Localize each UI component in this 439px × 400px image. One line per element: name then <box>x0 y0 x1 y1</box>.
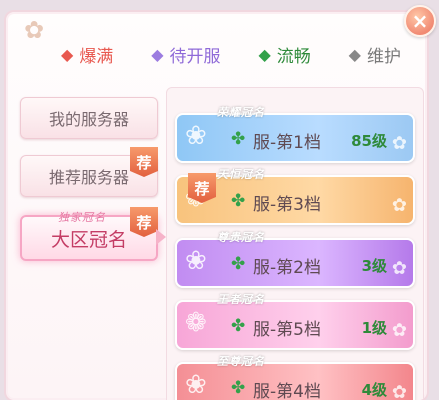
legend-item-pending: ◆ 待开服 <box>151 42 220 67</box>
gray-gem-icon: ◆ <box>348 44 361 64</box>
status-gem-icon: ✤ <box>231 129 246 149</box>
badge-label: 荐 <box>136 213 152 232</box>
recommend-badge: 荐 <box>130 147 158 177</box>
recommend-badge: 荐 <box>188 173 216 203</box>
server-list[interactable]: ❀ 荣耀冠名 ✤ 服-第1档 85级 ✿ ❁ 天恒冠名 ✤ 服-第3档 ✿ 荐 … <box>166 87 424 400</box>
server-select-panel: ✿ ◆ 爆满 ◆ 待开服 ◆ 流畅 ◆ 维护 我的服务器 推荐服务器 荐 大区冠… <box>4 10 429 400</box>
red-gem-icon: ◆ <box>61 44 74 64</box>
card-title: 荣耀冠名 <box>217 106 265 119</box>
status-gem-icon: ✤ <box>231 254 246 274</box>
sidebar-item-label: 大区冠名 <box>50 228 127 251</box>
server-card[interactable]: ❀ 尊贵冠名 ✤ 服-第2档 3级 ✿ <box>175 231 415 288</box>
card-title: 至尊冠名 <box>217 355 265 368</box>
exclusive-crown-title: 独家冠名 <box>58 211 106 224</box>
server-level: 1级 <box>361 319 387 337</box>
flower-decoration-icon: ✿ <box>391 195 407 216</box>
status-legend: ◆ 爆满 ◆ 待开服 ◆ 流畅 ◆ 维护 <box>61 42 401 67</box>
server-name: 服-第5档 <box>253 320 321 340</box>
legend-label: 待开服 <box>169 47 221 67</box>
server-card[interactable]: ❀ 至尊冠名 ✤ 服-第4档 4级 ✿ <box>175 355 415 400</box>
flower-decoration-icon: ✿ <box>23 16 45 44</box>
crane-decoration-icon: ❀ <box>185 370 207 400</box>
card-title: 王者冠名 <box>217 293 265 306</box>
crane-decoration-icon: ✿ <box>391 382 407 400</box>
card-title: 天恒冠名 <box>217 168 265 181</box>
legend-item-full: ◆ 爆满 <box>61 42 113 67</box>
server-card[interactable]: ❁ 王者冠名 ✤ 服-第5档 1级 ✿ <box>175 293 415 350</box>
server-name: 服-第2档 <box>253 258 321 278</box>
crane-decoration-icon: ❀ <box>185 246 207 276</box>
rabbit-decoration-icon: ✿ <box>391 133 407 154</box>
selection-arrow-icon <box>156 229 166 245</box>
status-gem-icon: ✤ <box>231 378 246 398</box>
server-level: 3级 <box>361 257 387 275</box>
close-icon: × <box>411 9 429 33</box>
flower-decoration-icon: ❁ <box>185 308 207 338</box>
server-level: 4级 <box>361 381 387 399</box>
flower-decoration-icon: ✿ <box>391 320 407 341</box>
status-gem-icon: ✤ <box>231 191 246 211</box>
server-name: 服-第1档 <box>253 133 321 153</box>
legend-item-maintenance: ◆ 维护 <box>349 42 401 67</box>
badge-label: 荐 <box>194 179 210 198</box>
sidebar-item-my-servers[interactable]: 我的服务器 <box>20 97 158 139</box>
sidebar-item-label: 我的服务器 <box>48 110 129 129</box>
rabbit-decoration-icon: ❀ <box>185 121 207 151</box>
server-level: 85级 <box>351 132 387 150</box>
server-name: 服-第3档 <box>253 195 321 215</box>
badge-label: 荐 <box>136 153 152 172</box>
card-title: 尊贵冠名 <box>217 231 265 244</box>
crane-decoration-icon: ✿ <box>391 258 407 279</box>
green-gem-icon: ◆ <box>258 44 271 64</box>
legend-label: 流畅 <box>276 47 311 67</box>
sidebar-item-label: 推荐服务器 <box>48 168 129 187</box>
legend-item-smooth: ◆ 流畅 <box>258 42 310 67</box>
close-button[interactable]: × <box>404 5 436 37</box>
legend-label: 爆满 <box>79 47 114 67</box>
status-gem-icon: ✤ <box>231 316 246 336</box>
recommend-badge: 荐 <box>130 207 158 237</box>
server-name: 服-第4档 <box>253 382 321 400</box>
purple-gem-icon: ◆ <box>151 44 164 64</box>
legend-label: 维护 <box>366 47 401 67</box>
server-card[interactable]: ❀ 荣耀冠名 ✤ 服-第1档 85级 ✿ <box>175 106 415 163</box>
